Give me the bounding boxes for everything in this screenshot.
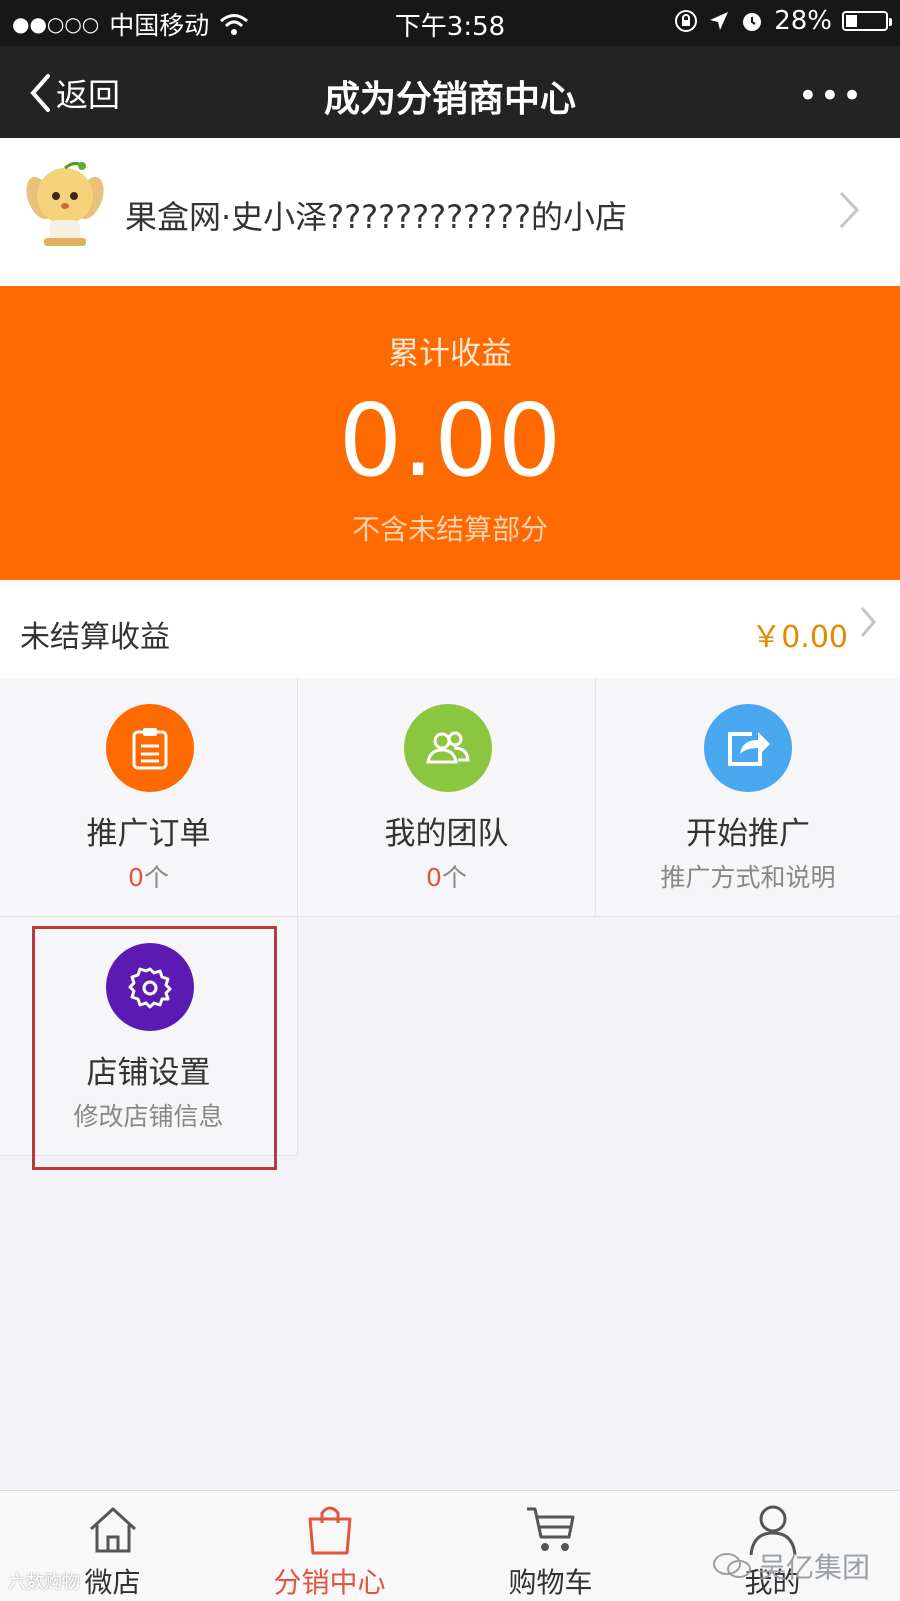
- bag-icon: [308, 1506, 352, 1555]
- tab-distribution-center[interactable]: 分销中心: [217, 1491, 442, 1601]
- earnings-note: 不含未结算部分: [351, 513, 548, 546]
- cell-subtitle: 推广方式和说明: [660, 863, 836, 892]
- chevron-right-icon: [860, 607, 876, 637]
- cell-title: 开始推广: [686, 816, 810, 852]
- cell-title: 推广订单: [86, 816, 211, 852]
- watermark-right: 吴亿集团: [712, 1546, 870, 1586]
- cell-subtitle: 修改店铺信息: [73, 1102, 224, 1131]
- start-promo-cell[interactable]: 开始推广 推广方式和说明: [596, 678, 900, 917]
- cell-title: 我的团队: [384, 816, 509, 852]
- earnings-label: 累计收益: [388, 336, 512, 372]
- back-label: 返回: [56, 76, 121, 114]
- status-right: 28%: [674, 6, 892, 36]
- battery-icon: [842, 11, 892, 31]
- promo-orders-cell[interactable]: 推广订单 0个: [0, 678, 298, 917]
- pending-earnings-row[interactable]: 未结算收益 ￥0.00: [0, 580, 900, 678]
- battery-percent: 28%: [774, 6, 832, 36]
- more-button[interactable]: •••: [798, 76, 864, 116]
- avatar: [26, 161, 104, 246]
- gear-icon: [106, 943, 194, 1031]
- nav-bar: 返回 成为分销商中心 •••: [0, 46, 900, 138]
- wifi-icon: [220, 14, 249, 35]
- home-icon: [89, 1507, 137, 1553]
- pending-label: 未结算收益: [20, 620, 170, 655]
- cell-title: 店铺设置: [86, 1055, 211, 1091]
- signal-icon: ●●○○○: [12, 12, 100, 36]
- cell-count: 0个: [128, 863, 169, 892]
- wechat-icon: [712, 1553, 751, 1578]
- back-button[interactable]: 返回: [28, 70, 120, 116]
- shop-row[interactable]: 果盒网·史小泽????????????的小店: [0, 138, 900, 286]
- my-team-cell[interactable]: 我的团队 0个: [298, 678, 596, 917]
- earnings-panel: 累计收益 0.00 不含未结算部分: [0, 286, 900, 580]
- rotation-lock-icon: [675, 10, 698, 32]
- shop-name: 果盒网·史小泽????????????的小店: [125, 198, 627, 236]
- alarm-icon: [743, 13, 762, 31]
- watermark-right-text: 吴亿集团: [757, 1551, 870, 1584]
- battery-fill: [846, 15, 857, 27]
- shop-settings-cell[interactable]: 店铺设置 修改店铺信息: [0, 917, 298, 1156]
- tab-label: 购物车: [508, 1566, 593, 1599]
- cell-count: 0个: [426, 863, 467, 892]
- share-icon: [704, 704, 792, 792]
- team-icon: [404, 704, 492, 792]
- chevron-left-icon: [30, 74, 50, 112]
- status-bar: ●●○○○ 中国移动 下午3:58 28%: [0, 0, 900, 46]
- earnings-value: 0.00: [338, 382, 562, 499]
- status-left: ●●○○○ 中国移动: [12, 6, 249, 42]
- pending-value: ￥0.00: [751, 620, 848, 655]
- carrier-label: 中国移动: [109, 11, 210, 40]
- watermark-left: 六数购物: [8, 1572, 80, 1593]
- clipboard-icon: [106, 704, 194, 792]
- location-icon: [710, 12, 729, 30]
- cart-icon: [527, 1507, 575, 1551]
- tab-cart[interactable]: 购物车: [438, 1491, 663, 1601]
- chevron-right-icon: [839, 191, 860, 229]
- tab-label: 分销中心: [273, 1566, 386, 1599]
- page-title: 成为分销商中心: [323, 79, 576, 120]
